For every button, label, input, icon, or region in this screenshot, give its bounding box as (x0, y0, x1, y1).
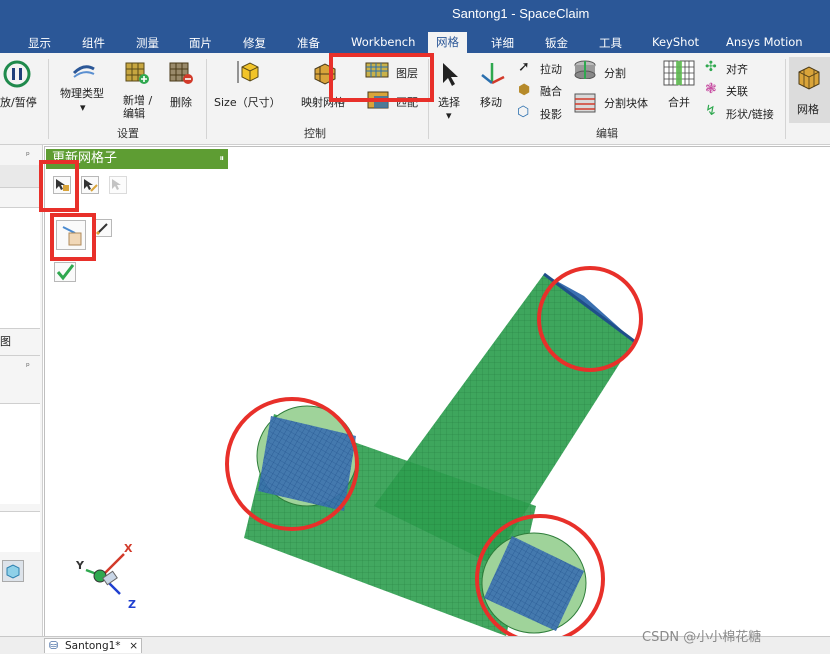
chevron-down-icon[interactable]: ▾ (446, 109, 452, 122)
physics-type-icon[interactable] (72, 61, 96, 81)
pause-icon[interactable]: ⏸ (219, 149, 224, 169)
options-panel (0, 403, 40, 504)
blend-button[interactable]: 融合 (540, 83, 562, 99)
split-block-button[interactable]: 分割块体 (604, 95, 648, 111)
left-side-panel: ᵖ 图 ᵖ ᵖ (0, 145, 43, 653)
pencil-icon (95, 223, 108, 236)
shape-link-icon[interactable]: ↯ (705, 103, 717, 119)
delete-button[interactable]: 删除 (170, 94, 192, 110)
pin-icon[interactable]: ᵖ (26, 362, 30, 372)
project-button[interactable]: 投影 (540, 106, 562, 122)
mesh-mode-button[interactable]: 网格 (789, 57, 830, 123)
select-button[interactable]: 选择 (438, 94, 460, 110)
cursor-edge-icon (84, 179, 98, 192)
split-button[interactable]: 分割 (604, 65, 626, 81)
panel-header (0, 165, 40, 188)
watermark: CSDN @小小棉花糖 (642, 630, 762, 645)
tab-facets[interactable]: 面片 (189, 35, 212, 51)
tab-workbench[interactable]: Workbench (351, 35, 415, 49)
tab-keyshot[interactable]: KeyShot (652, 35, 699, 49)
blend-icon[interactable]: ⬢ (518, 82, 530, 98)
tab-components[interactable]: 组件 (82, 35, 105, 51)
checkmark-icon (56, 264, 75, 281)
associate-button[interactable]: 关联 (726, 83, 748, 99)
select-arrow-icon[interactable] (440, 61, 460, 87)
mesh-cube-icon (798, 66, 820, 90)
align-button[interactable]: 对齐 (726, 61, 748, 77)
close-icon[interactable]: × (129, 639, 138, 653)
group-label-edit: 编辑 (596, 127, 618, 140)
play-pause-icon[interactable] (2, 59, 32, 89)
project-icon[interactable]: ⬡ (517, 104, 529, 120)
separator (206, 59, 207, 139)
size-button[interactable]: Size（尺寸） (214, 94, 281, 110)
pull-button[interactable]: 拉动 (540, 61, 562, 77)
title-bar: Santong1 - SpaceClaim (0, 0, 830, 32)
move-button[interactable]: 移动 (480, 94, 502, 110)
group-label-control: 控制 (304, 127, 326, 140)
tab-prepare[interactable]: 准备 (297, 35, 320, 51)
tab-detail[interactable]: 详细 (491, 35, 514, 51)
tab-tools[interactable]: 工具 (599, 35, 622, 51)
separator (785, 59, 786, 139)
triad-y-label: Y (75, 559, 85, 572)
tab-mesh[interactable]: 网格 (428, 32, 467, 53)
tab-sheet-metal[interactable]: 钣金 (545, 35, 568, 51)
group-label-setup: 设置 (117, 127, 139, 140)
cube-icon (6, 564, 20, 579)
new-edit-mesh-icon[interactable] (124, 59, 150, 85)
separator (48, 59, 49, 139)
triad-z-label: Z (128, 598, 136, 610)
select-edges-button[interactable] (81, 176, 99, 194)
mesh-label: 网格 (797, 103, 819, 116)
vertical-pipe (374, 274, 634, 564)
structure-tree (0, 207, 40, 329)
align-icon[interactable]: ✣ (705, 59, 717, 75)
split-block-icon[interactable] (572, 91, 598, 115)
shape-link-button[interactable]: 形状/链接 (726, 106, 774, 122)
select-body-button[interactable] (109, 176, 127, 194)
new-edit-button[interactable]: 新增 / 编辑 (123, 94, 163, 120)
pull-icon[interactable]: ➚ (518, 59, 530, 75)
delete-mesh-icon[interactable] (168, 59, 194, 85)
chevron-down-icon[interactable]: ▾ (80, 101, 86, 114)
mesh-model-canvas[interactable] (44, 146, 830, 636)
apply-button[interactable] (54, 262, 76, 282)
merge-icon[interactable] (662, 59, 696, 87)
highlight-box (39, 160, 79, 212)
split-icon[interactable] (572, 59, 598, 79)
size-icon[interactable] (236, 59, 264, 85)
pin-icon[interactable]: ᵖ (26, 151, 30, 161)
axis-triad: X Y Z (75, 542, 136, 610)
divider (0, 355, 40, 356)
associate-icon[interactable]: ❃ (705, 81, 717, 97)
triad-x-label: X (124, 542, 133, 555)
tab-repair[interactable]: 修复 (243, 35, 266, 51)
document-tab[interactable]: ⛁ Santong1* × (44, 638, 142, 653)
panel-text-fragment: 图 (0, 335, 11, 348)
merge-button[interactable]: 合并 (668, 94, 690, 110)
right-end-face (481, 532, 587, 634)
document-icon: ⛁ (49, 639, 59, 652)
physics-type-button[interactable]: 物理类型 (60, 85, 104, 101)
cursor-body-icon (112, 179, 121, 190)
ribbon-tab-bar: 显示 组件 测量 面片 修复 准备 Workbench 网格 详细 钣金 工具 … (0, 32, 830, 53)
tab-ansys-motion[interactable]: Ansys Motion (726, 35, 803, 49)
highlight-box (50, 213, 96, 261)
view-cube-button[interactable] (2, 560, 24, 582)
properties-panel (0, 511, 40, 552)
highlight-box (329, 53, 434, 102)
document-tab-label: Santong1* (65, 640, 121, 652)
tab-measure[interactable]: 测量 (136, 35, 159, 51)
edit-pencil-button[interactable] (94, 219, 112, 237)
move-icon[interactable] (478, 59, 506, 87)
play-pause-label[interactable]: 放/暂停 (0, 94, 37, 110)
tab-display[interactable]: 显示 (28, 35, 51, 51)
window-title: Santong1 - SpaceClaim (452, 6, 590, 21)
